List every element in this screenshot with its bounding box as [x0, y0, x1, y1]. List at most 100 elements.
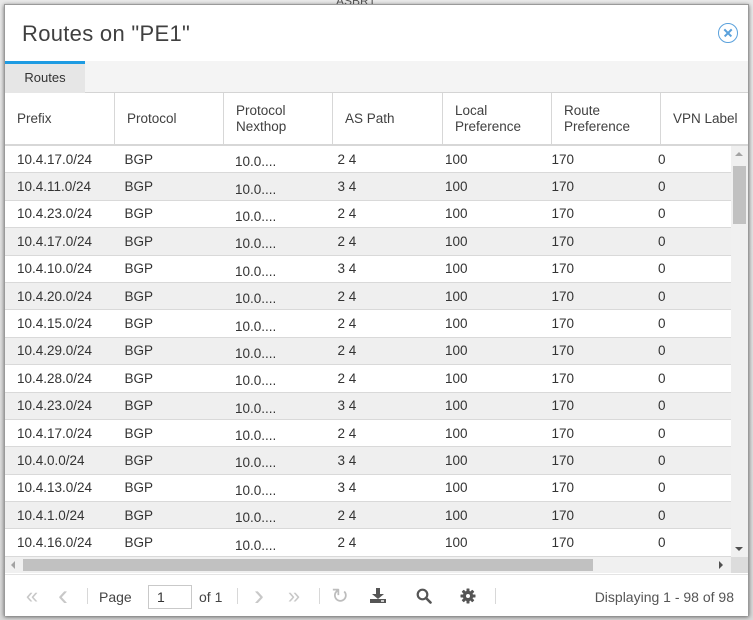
cell-protocol: BGP — [124, 425, 153, 441]
cell-local-preference: 100 — [444, 370, 468, 386]
last-page-icon[interactable]: » — [281, 583, 307, 608]
cell-as-path: 2 4 — [337, 233, 357, 249]
table-row[interactable]: 10.4.17.0/24 BGP 10.0.... 2 4 100 170 0 — [5, 228, 731, 256]
cell-protocol: BGP — [124, 316, 153, 332]
column-header-label: Protocol — [127, 110, 177, 126]
cell-protocol: BGP — [124, 480, 153, 496]
cell-vpn-label: 0 — [657, 507, 666, 523]
column-header-vpn-label[interactable]: VPN Label — [661, 93, 748, 144]
table-row[interactable]: 10.4.15.0/24 BGP 10.0.... 2 4 100 170 0 — [5, 310, 731, 338]
horizontal-scroll-thumb[interactable] — [23, 559, 593, 571]
separator — [495, 588, 496, 604]
cell-vpn-label: 0 — [657, 425, 666, 441]
table-row[interactable]: 10.4.16.0/24 BGP 10.0.... 2 4 100 170 0 — [5, 529, 731, 557]
column-header-protocol[interactable]: Protocol — [115, 93, 224, 144]
column-header-as-path[interactable]: AS Path — [333, 93, 443, 144]
cell-route-preference: 170 — [551, 425, 574, 441]
routes-dialog: Routes on "PE1" Routes Prefix Protocol P… — [4, 4, 749, 616]
cell-prefix: 10.4.28.0/24 — [17, 370, 93, 386]
search-icon[interactable] — [413, 585, 435, 607]
cell-vpn-label: 0 — [657, 288, 666, 304]
separator — [319, 588, 320, 604]
horizontal-scrollbar[interactable] — [5, 557, 731, 573]
cell-nexthop: 10.0.... — [234, 291, 277, 307]
cell-protocol: BGP — [124, 343, 153, 359]
table-row[interactable]: 10.4.23.0/24 BGP 10.0.... 3 4 100 170 0 — [5, 392, 731, 420]
page-number-input[interactable] — [148, 585, 192, 609]
cell-local-preference: 100 — [444, 261, 468, 277]
scroll-left-icon[interactable] — [11, 561, 15, 569]
cell-nexthop: 10.0.... — [234, 400, 277, 416]
cell-nexthop: 10.0.... — [234, 428, 277, 444]
cell-route-preference: 170 — [551, 179, 574, 195]
cell-as-path: 2 4 — [337, 316, 357, 332]
cell-as-path: 3 4 — [337, 452, 357, 468]
prev-page-icon[interactable]: ‹ — [53, 579, 73, 612]
cell-protocol: BGP — [124, 151, 153, 167]
cell-as-path: 3 4 — [337, 398, 357, 414]
vertical-scroll-thumb[interactable] — [733, 166, 746, 224]
cell-route-preference: 170 — [551, 316, 574, 332]
cell-route-preference: 170 — [551, 288, 574, 304]
column-header-row: Prefix Protocol Protocol Nexthop AS Path … — [5, 93, 748, 146]
cell-prefix: 10.4.23.0/24 — [17, 398, 93, 414]
cell-vpn-label: 0 — [657, 398, 666, 414]
download-icon[interactable] — [367, 585, 389, 607]
cell-prefix: 10.4.10.0/24 — [17, 261, 93, 277]
cell-route-preference: 170 — [551, 507, 574, 523]
cell-prefix: 10.4.17.0/24 — [17, 425, 93, 441]
refresh-icon[interactable]: ↻ — [329, 585, 351, 608]
cell-prefix: 10.4.13.0/24 — [17, 480, 93, 496]
table-row[interactable]: 10.4.29.0/24 BGP 10.0.... 2 4 100 170 0 — [5, 337, 731, 366]
cell-local-preference: 100 — [444, 151, 468, 167]
first-page-icon[interactable]: « — [19, 583, 45, 608]
cell-vpn-label: 0 — [657, 233, 666, 249]
cell-vpn-label: 0 — [657, 179, 666, 195]
column-header-route-preference[interactable]: Route Preference — [552, 93, 661, 144]
table-row[interactable]: 10.4.20.0/24 BGP 10.0.... 2 4 100 170 0 — [5, 282, 731, 311]
column-header-protocol-nexthop[interactable]: Protocol Nexthop — [224, 93, 333, 144]
table-row[interactable]: 10.4.0.0/24 BGP 10.0.... 3 4 100 170 0 — [5, 447, 731, 475]
cell-local-preference: 100 — [444, 425, 468, 441]
cell-protocol: BGP — [124, 261, 153, 277]
cell-prefix: 10.4.11.0/24 — [17, 179, 92, 195]
cell-protocol: BGP — [124, 535, 153, 551]
scroll-up-icon[interactable] — [735, 152, 743, 156]
scroll-down-icon[interactable] — [735, 547, 743, 551]
cell-protocol: BGP — [124, 507, 153, 523]
cell-nexthop: 10.0.... — [234, 208, 277, 224]
table-row[interactable]: 10.4.17.0/24 BGP 10.0.... 2 4 100 170 0 — [5, 146, 731, 174]
table-row[interactable]: 10.4.11.0/24 BGP 10.0.... 3 4 100 170 0 — [5, 173, 731, 201]
table-row[interactable]: 10.4.23.0/24 BGP 10.0.... 2 4 100 170 0 — [5, 200, 731, 229]
cell-prefix: 10.4.29.0/24 — [17, 343, 93, 359]
table-row[interactable]: 10.4.10.0/24 BGP 10.0.... 3 4 100 170 0 — [5, 255, 731, 283]
table-row[interactable]: 10.4.13.0/24 BGP 10.0.... 3 4 100 170 0 — [5, 474, 731, 503]
tab-routes[interactable]: Routes — [5, 61, 85, 93]
column-header-prefix[interactable]: Prefix — [5, 93, 115, 144]
next-page-icon[interactable]: › — [249, 579, 269, 612]
close-icon[interactable] — [718, 23, 738, 43]
cell-as-path: 2 4 — [337, 535, 357, 551]
search-glyph — [416, 588, 432, 604]
cell-route-preference: 170 — [551, 261, 574, 277]
gear-icon[interactable] — [457, 585, 479, 607]
cell-local-preference: 100 — [444, 398, 468, 414]
table-row[interactable]: 10.4.28.0/24 BGP 10.0.... 2 4 100 170 0 — [5, 365, 731, 393]
table-row[interactable]: 10.4.1.0/24 BGP 10.0.... 2 4 100 170 0 — [5, 502, 731, 530]
column-header-label: VPN Label — [673, 110, 738, 126]
column-header-local-preference[interactable]: Local Preference — [443, 93, 552, 144]
scroll-right-icon[interactable] — [719, 561, 723, 569]
cell-local-preference: 100 — [444, 316, 468, 332]
cell-route-preference: 170 — [551, 480, 574, 496]
cell-nexthop: 10.0.... — [234, 181, 277, 197]
cell-local-preference: 100 — [444, 288, 468, 304]
cell-prefix: 10.4.1.0/24 — [17, 507, 85, 523]
column-header-label: Local Preference — [455, 102, 522, 134]
gear-glyph — [460, 588, 476, 604]
table-row[interactable]: 10.4.17.0/24 BGP 10.0.... 2 4 100 170 0 — [5, 419, 731, 448]
cell-local-preference: 100 — [444, 507, 468, 523]
cell-local-preference: 100 — [444, 452, 468, 468]
cell-as-path: 3 4 — [337, 480, 357, 496]
cell-nexthop: 10.0.... — [234, 263, 277, 279]
vertical-scrollbar[interactable] — [731, 146, 748, 557]
